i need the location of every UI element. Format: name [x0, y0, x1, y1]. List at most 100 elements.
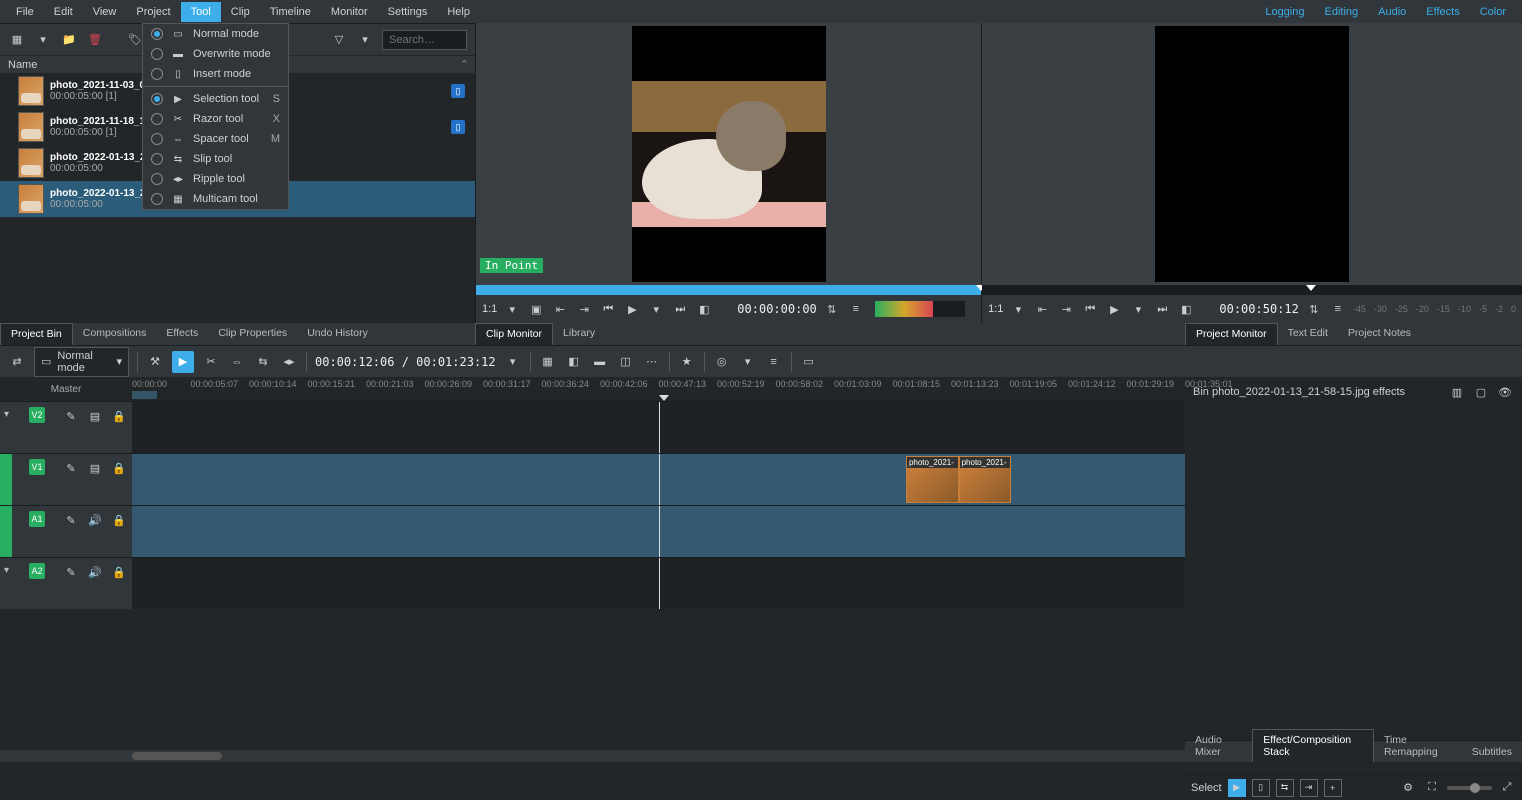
tool-slip[interactable]: ⇆Slip tool: [143, 149, 288, 169]
tab-effect-stack[interactable]: Effect/Composition Stack: [1252, 729, 1374, 762]
track-compositing-button[interactable]: ⇄: [8, 353, 26, 371]
effect-stack-body[interactable]: [1185, 407, 1522, 740]
tab-clip-properties[interactable]: Clip Properties: [208, 323, 297, 345]
insert-button[interactable]: ◫: [617, 353, 635, 371]
zoom-slider[interactable]: [1447, 786, 1492, 790]
menu-timeline[interactable]: Timeline: [260, 2, 321, 22]
project-monitor-view[interactable]: [982, 23, 1522, 285]
track-mute-icon[interactable]: 🔊: [86, 563, 104, 581]
slip-button[interactable]: ⇆: [254, 353, 272, 371]
track-effects-icon[interactable]: ✎: [62, 511, 80, 529]
track-lock-icon[interactable]: 🔒: [110, 563, 128, 581]
project-timecode[interactable]: 00:00:50:12: [1219, 302, 1298, 316]
timeline-clip[interactable]: photo_2021-: [906, 456, 959, 503]
add-folder-button[interactable]: 📁: [60, 31, 78, 49]
track-lane[interactable]: photo_2021- photo_2021-: [132, 454, 1185, 505]
edit-mode-combo[interactable]: ▭Normal mode▾: [34, 347, 129, 377]
sel-mode-4[interactable]: ⇥: [1300, 779, 1318, 797]
scrollbar-thumb[interactable]: [132, 752, 222, 760]
proj-play-chevron[interactable]: ▾: [1129, 300, 1147, 318]
clip-zoom-label[interactable]: 1:1: [482, 303, 497, 315]
tab-undo-history[interactable]: Undo History: [297, 323, 378, 345]
mode-overwrite[interactable]: ▬Overwrite mode: [143, 44, 288, 64]
menu-monitor[interactable]: Monitor: [321, 2, 378, 22]
sel-mode-1[interactable]: ▶: [1228, 779, 1246, 797]
preview-res-button[interactable]: ◎: [713, 353, 731, 371]
tool-spacer[interactable]: ⇔Spacer toolM: [143, 129, 288, 149]
layout-color[interactable]: Color: [1470, 2, 1516, 22]
tab-clip-monitor[interactable]: Clip Monitor: [475, 323, 553, 345]
mode-insert[interactable]: ▯Insert mode: [143, 64, 288, 84]
rewind-button[interactable]: ⏮: [599, 300, 617, 318]
menu-settings[interactable]: Settings: [378, 2, 438, 22]
proj-edit-mode-button[interactable]: ◧: [1177, 300, 1195, 318]
preview-chevron[interactable]: ▾: [739, 353, 757, 371]
menu-edit[interactable]: Edit: [44, 2, 83, 22]
tab-project-bin[interactable]: Project Bin: [0, 323, 73, 345]
track-header[interactable]: ▾ V2 ✎ ▤ 🔒: [0, 402, 132, 453]
clip-zone[interactable]: [476, 285, 981, 295]
fullscreen-button[interactable]: ⤢: [1498, 779, 1516, 797]
track-effects-icon[interactable]: ✎: [62, 459, 80, 477]
favorite-button[interactable]: ★: [678, 353, 696, 371]
collapse-track-icon[interactable]: ▾: [4, 565, 9, 576]
timeline-timecode[interactable]: 00:00:12:06 / 00:01:23:12: [315, 355, 496, 369]
clip-monitor-ruler[interactable]: [476, 285, 981, 295]
proj-tc-stepper[interactable]: ⇅: [1305, 300, 1323, 318]
track-header[interactable]: ▾ V1 ✎ ▤ 🔒: [0, 454, 132, 505]
mix-button[interactable]: ▦: [539, 353, 557, 371]
effect-split-button[interactable]: ▥: [1448, 383, 1466, 401]
effect-enable-button[interactable]: 👁: [1496, 383, 1514, 401]
tool-multicam[interactable]: ▦Multicam tool: [143, 189, 288, 209]
timeline-marker-region[interactable]: [132, 391, 157, 399]
track-effects-icon[interactable]: ✎: [62, 407, 80, 425]
proj-zone-out-button[interactable]: ⇥: [1057, 300, 1075, 318]
proj-menu-button[interactable]: ≡: [1329, 300, 1347, 318]
menu-tool[interactable]: Tool: [181, 2, 221, 22]
guides-button[interactable]: ≡: [765, 353, 783, 371]
track-lane[interactable]: [132, 402, 1185, 453]
edit-mode-button[interactable]: ◧: [695, 300, 713, 318]
filter-chevron[interactable]: ▾: [356, 31, 374, 49]
collapse-track-icon[interactable]: ▾: [4, 513, 9, 524]
track-mute-icon[interactable]: 🔊: [86, 511, 104, 529]
ripple-button[interactable]: ◂▸: [280, 353, 298, 371]
zone-tool-button[interactable]: ◧: [565, 353, 583, 371]
zoom-fit-button[interactable]: ⛶: [1423, 779, 1441, 797]
spacer-button[interactable]: ⇔: [228, 353, 246, 371]
set-zone-in-button[interactable]: ▣: [527, 300, 545, 318]
play-chevron[interactable]: ▾: [647, 300, 665, 318]
delete-space-button[interactable]: ⋯: [643, 353, 661, 371]
sel-mode-5[interactable]: +: [1324, 779, 1342, 797]
proj-zone-in-button[interactable]: ⇤: [1033, 300, 1051, 318]
add-clip-button[interactable]: ▦: [8, 31, 26, 49]
track-effects-icon[interactable]: ✎: [62, 563, 80, 581]
collapse-track-icon[interactable]: ▾: [4, 409, 9, 420]
collapse-track-icon[interactable]: ▾: [4, 461, 9, 472]
tab-project-monitor[interactable]: Project Monitor: [1185, 323, 1278, 345]
menu-help[interactable]: Help: [437, 2, 480, 22]
proj-zoom-chevron[interactable]: ▾: [1009, 300, 1027, 318]
clip-timecode[interactable]: 00:00:00:00: [737, 302, 816, 316]
track-header[interactable]: ▾ A2 ✎ 🔊 🔒: [0, 558, 132, 609]
snap-button[interactable]: ⚙: [1399, 779, 1417, 797]
project-playhead[interactable]: [1306, 285, 1316, 291]
menu-file[interactable]: File: [6, 2, 44, 22]
sel-mode-3[interactable]: ⇆: [1276, 779, 1294, 797]
tab-compositions[interactable]: Compositions: [73, 323, 157, 345]
tl-config-button[interactable]: ⚒: [146, 353, 164, 371]
menu-project[interactable]: Project: [126, 2, 180, 22]
tab-project-notes[interactable]: Project Notes: [1338, 323, 1421, 345]
filter-button[interactable]: ▽: [330, 31, 348, 49]
clip-menu-button[interactable]: ≡: [847, 300, 865, 318]
track-hide-icon[interactable]: ▤: [86, 459, 104, 477]
timeline-ruler[interactable]: Master 00:00:0000:00:05:0700:00:10:1400:…: [0, 377, 1185, 401]
tab-effects[interactable]: Effects: [156, 323, 208, 345]
razor-button[interactable]: ✂: [202, 353, 220, 371]
layout-effects[interactable]: Effects: [1416, 2, 1469, 22]
track-lock-icon[interactable]: 🔒: [110, 459, 128, 477]
tab-time-remapping[interactable]: Time Remapping: [1374, 730, 1462, 762]
track-lane[interactable]: [132, 506, 1185, 557]
timeline-clip[interactable]: photo_2021-: [959, 456, 1012, 503]
layout-logging[interactable]: Logging: [1255, 2, 1314, 22]
